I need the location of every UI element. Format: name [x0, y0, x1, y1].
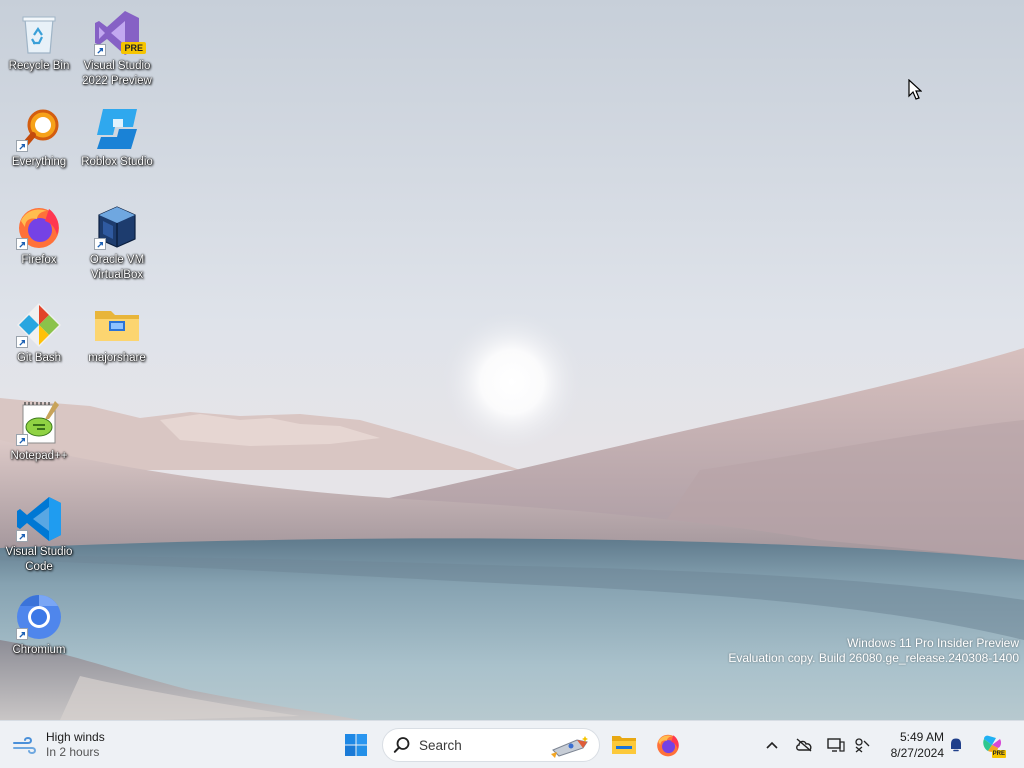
start-button[interactable]	[338, 727, 374, 763]
windows-logo-icon	[345, 734, 367, 756]
wind-icon	[13, 736, 36, 755]
desktop-icon-visual-studio-2022-preview[interactable]: PRE Visual Studio 2022 Preview	[78, 8, 156, 98]
show-hidden-icons-button[interactable]	[762, 735, 782, 755]
shortcut-arrow-icon	[16, 628, 28, 640]
weather-subtitle: In 2 hours	[46, 745, 100, 759]
desktop-icon-label: Chromium	[12, 644, 66, 656]
desktop-icon-label: Roblox Studio	[81, 156, 153, 168]
folder-icon	[612, 736, 636, 754]
desktop-icon-label: Visual Studio 2022 Preview	[82, 60, 152, 87]
network-display-icon	[827, 738, 845, 752]
desktop-icon-label: Git Bash	[16, 352, 62, 364]
desktop-icon-firefox[interactable]: Firefox	[0, 202, 78, 292]
desktop-icon-roblox-studio[interactable]: Roblox Studio	[78, 104, 156, 194]
shortcut-arrow-icon	[16, 238, 28, 250]
evaluation-watermark: Windows 11 Pro Insider Preview Evaluatio…	[728, 636, 1019, 666]
desktop-icon-git-bash[interactable]: Git Bash	[0, 300, 78, 390]
system-clock[interactable]: 5:49 AM 8/27/2024	[880, 729, 944, 761]
watermark-edition: Windows 11 Pro Insider Preview	[847, 636, 1019, 650]
desktop-icon-oracle-vm-virtualbox[interactable]: Oracle VM VirtualBox	[78, 202, 156, 292]
shortcut-arrow-icon	[16, 434, 28, 446]
watermark-build: Evaluation copy. Build 26080.ge_release.…	[728, 651, 1019, 665]
shortcut-arrow-icon	[94, 44, 106, 56]
clock-date: 8/27/2024	[890, 746, 944, 760]
shortcut-arrow-icon	[16, 336, 28, 348]
desktop-icon-majorshare[interactable]: majorshare	[78, 300, 156, 390]
notepad-plus-plus-icon	[14, 398, 64, 448]
copilot-button[interactable]: PRE	[980, 733, 1006, 758]
taskbar-search-box[interactable]: Search	[382, 728, 600, 762]
copilot-pre-badge: PRE	[991, 750, 1006, 758]
shortcut-arrow-icon	[94, 238, 106, 250]
desktop-icon-notepad-plus-plus[interactable]: Notepad++	[0, 398, 78, 488]
desktop[interactable]: Recycle Bin PRE Visual Studio 2022 Previ…	[0, 0, 1024, 720]
desktop-icon-everything[interactable]: Everything	[0, 104, 78, 194]
shortcut-arrow-icon	[16, 530, 28, 542]
weather-widget[interactable]: High winds In 2 hours	[12, 727, 105, 763]
search-icon	[393, 737, 410, 753]
pre-badge: PRE	[121, 42, 146, 54]
visual-studio-preview-icon: PRE	[92, 8, 146, 58]
vscode-icon	[14, 494, 64, 544]
notification-bell-icon	[951, 738, 961, 752]
recycle-bin-icon	[14, 8, 64, 58]
accessibility-status[interactable]	[852, 735, 872, 755]
git-bash-icon	[14, 300, 64, 350]
roblox-studio-icon	[92, 104, 142, 154]
desktop-icon-label: Recycle Bin	[8, 60, 70, 72]
chevron-up-icon	[766, 741, 778, 749]
desktop-icon-label: Everything	[11, 156, 67, 168]
search-highlight-rocket-icon	[551, 736, 588, 758]
accessibility-icon	[855, 738, 870, 753]
everything-magnifier-icon	[14, 104, 64, 154]
chromium-icon	[14, 592, 64, 642]
mouse-cursor-icon	[908, 79, 922, 100]
firefox-icon	[657, 734, 679, 757]
desktop-icon-visual-studio-code[interactable]: Visual Studio Code	[0, 494, 78, 584]
notification-center-button[interactable]	[946, 735, 966, 755]
shared-folder-icon	[92, 300, 142, 350]
desktop-icon-recycle-bin[interactable]: Recycle Bin	[0, 8, 78, 98]
network-status[interactable]	[826, 735, 846, 755]
desktop-icon-label: majorshare	[88, 352, 146, 364]
clock-time: 5:49 AM	[899, 730, 944, 744]
desktop-icon-chromium[interactable]: Chromium	[0, 592, 78, 682]
weather-title: High winds	[46, 730, 105, 744]
desktop-icon-label: Firefox	[21, 254, 57, 266]
firefox-icon	[14, 202, 64, 252]
desktop-icon-label: Visual Studio Code	[5, 546, 73, 573]
taskbar-file-explorer[interactable]	[606, 727, 642, 763]
onedrive-status[interactable]	[794, 735, 814, 755]
desktop-icon-label: Notepad++	[10, 450, 68, 462]
shortcut-arrow-icon	[16, 140, 28, 152]
desktop-icon-label: Oracle VM VirtualBox	[89, 254, 145, 281]
search-placeholder: Search	[419, 737, 462, 753]
cloud-offline-icon	[796, 738, 812, 752]
virtualbox-icon	[92, 202, 142, 252]
taskbar: High winds In 2 hours Search 5:49 AM 8/2…	[0, 720, 1024, 768]
taskbar-firefox[interactable]	[650, 727, 686, 763]
